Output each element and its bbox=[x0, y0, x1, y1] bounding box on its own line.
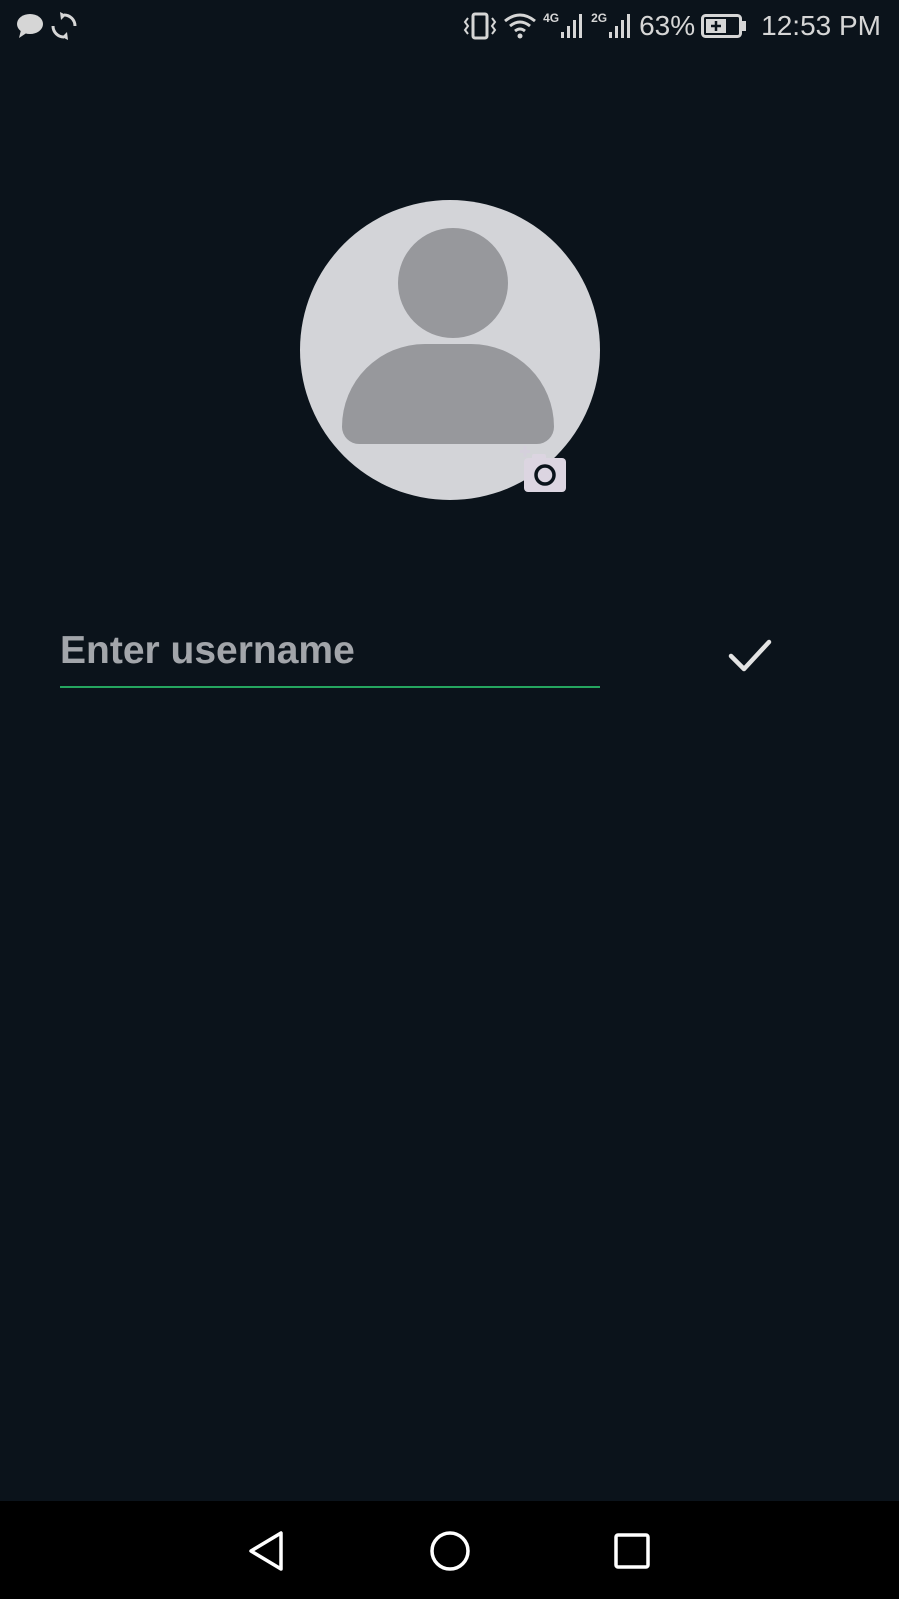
default-avatar-icon bbox=[398, 228, 508, 338]
username-row bbox=[60, 616, 600, 688]
battery-percent: 63% bbox=[639, 10, 696, 41]
add-photo-button[interactable] bbox=[518, 446, 566, 492]
home-button[interactable] bbox=[420, 1521, 480, 1581]
message-icon bbox=[16, 13, 44, 44]
recents-button[interactable] bbox=[602, 1521, 662, 1581]
navigation-bar bbox=[0, 1501, 899, 1599]
screen: 4G 2G 63% 12:53 PM Enter username bbox=[0, 0, 899, 1599]
confirm-username-button[interactable] bbox=[722, 628, 778, 684]
avatar-body-shape bbox=[342, 344, 554, 444]
network-2g-label: 2G bbox=[591, 11, 608, 25]
clock: 12:53 PM bbox=[761, 10, 881, 41]
home-circle-icon bbox=[430, 1531, 470, 1571]
add-photo-icon bbox=[520, 446, 566, 492]
network-4g-label: 4G bbox=[543, 11, 560, 25]
back-button[interactable] bbox=[236, 1521, 296, 1581]
status-left-icons bbox=[16, 12, 78, 45]
status-right-icons: 4G 2G 63% 12:53 PM bbox=[463, 10, 881, 42]
username-input[interactable] bbox=[60, 616, 600, 688]
signal-4g-icon bbox=[561, 12, 585, 40]
check-icon bbox=[728, 639, 772, 672]
signal-2g-icon bbox=[609, 12, 633, 40]
recents-square-icon bbox=[614, 1533, 650, 1569]
back-triangle-icon bbox=[249, 1531, 283, 1571]
status-bar: 4G 2G 63% 12:53 PM bbox=[0, 0, 899, 56]
vibrate-icon bbox=[463, 12, 497, 40]
battery-icon bbox=[701, 13, 747, 39]
sync-icon bbox=[50, 12, 78, 45]
wifi-icon bbox=[503, 12, 537, 40]
